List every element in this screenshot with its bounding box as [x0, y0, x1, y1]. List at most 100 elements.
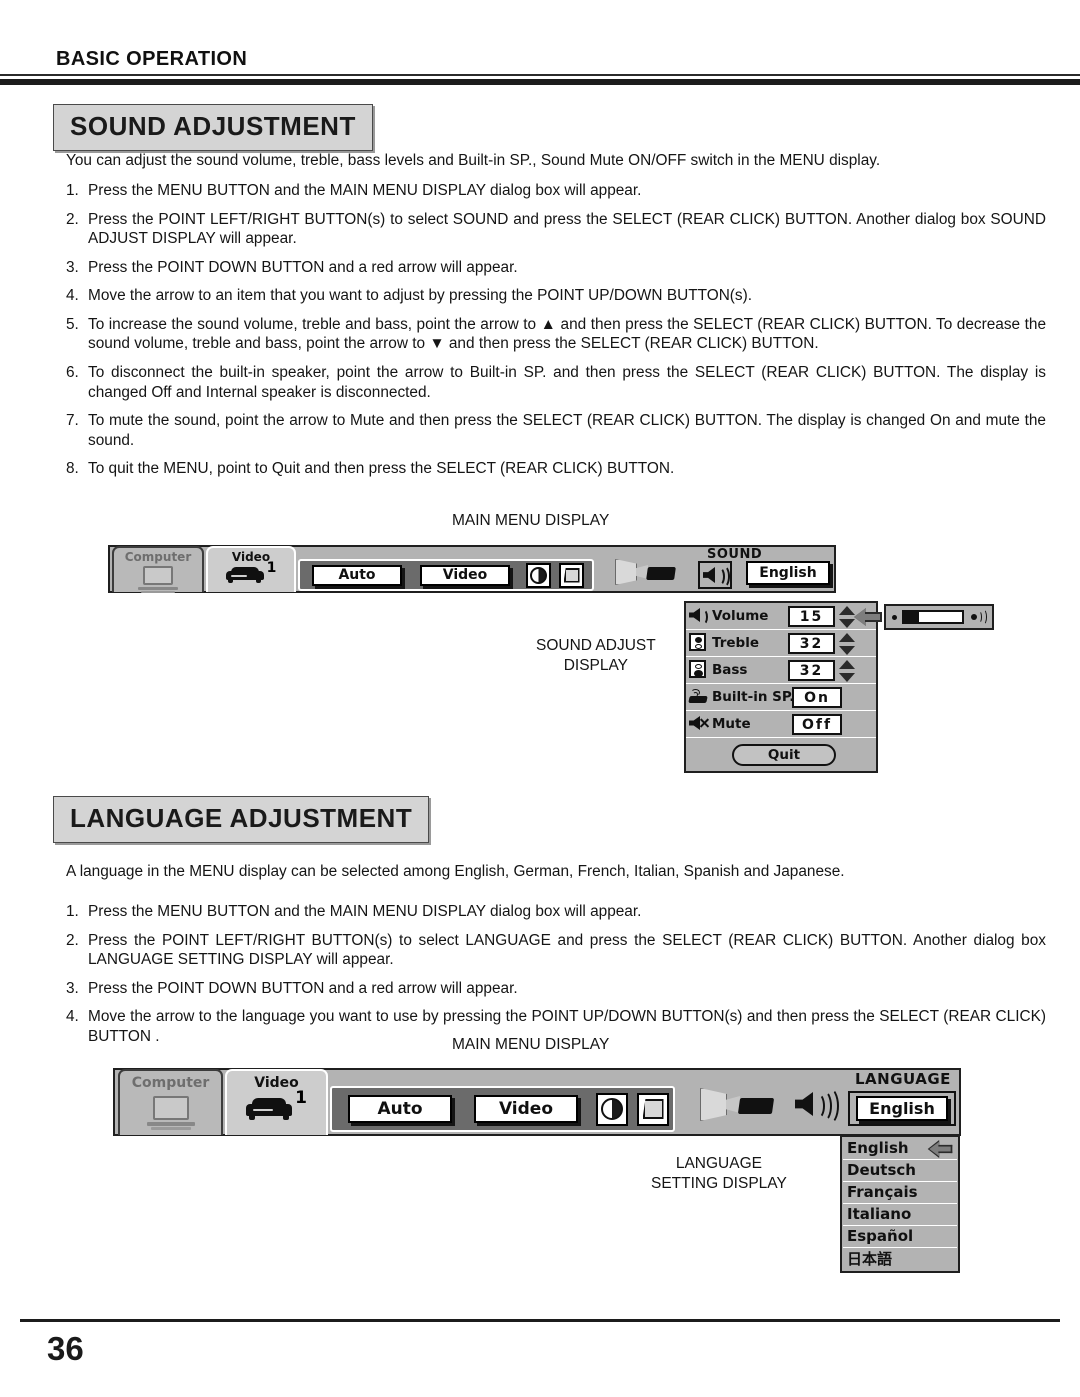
language-group-label: LANGUAGE: [855, 1070, 951, 1088]
language-option-label: Español: [847, 1227, 914, 1245]
step-number: 5.: [66, 315, 79, 333]
page-header-title: BASIC OPERATION: [56, 48, 248, 70]
image-adjust-button[interactable]: [526, 562, 551, 588]
sound-button[interactable]: [698, 561, 732, 589]
tab-video[interactable]: Video 1: [206, 546, 296, 592]
volume-gauge-fill: [904, 612, 920, 622]
keystone-button[interactable]: [637, 1092, 669, 1126]
sound-row-volume[interactable]: Volume 15: [686, 603, 876, 630]
projector-setting-icon[interactable]: [700, 1088, 778, 1121]
language-option-label: 日本語: [847, 1249, 893, 1268]
header-divider-thin: [0, 74, 1080, 76]
volume-min-dot-icon: [892, 614, 897, 620]
sound-group-label: SOUND: [707, 547, 763, 562]
step-text: Press the MENU BUTTON and the MAIN MENU …: [88, 903, 642, 920]
list-item: 7. To mute the sound, point the arrow to…: [66, 411, 1046, 450]
video-source-row: 1: [246, 1090, 307, 1120]
sound-setting-icon[interactable]: [795, 1087, 839, 1125]
list-item: 8. To quit the MENU, point to Quit and t…: [66, 459, 1046, 479]
sound-row-treble-label: Treble: [712, 635, 759, 651]
selection-arrow-icon: [927, 1139, 953, 1159]
step-text: Press the POINT LEFT/RIGHT BUTTON(s) to …: [88, 210, 1046, 248]
step-number: 4.: [66, 287, 79, 305]
language-option-label: Deutsch: [847, 1161, 916, 1179]
language-intro-text: A language in the MENU display can be se…: [66, 863, 845, 880]
keystone-icon: [563, 567, 580, 583]
video-adjust-group: Auto Video: [298, 559, 594, 591]
header-divider-thick: [0, 79, 1080, 85]
stepper-down-icon[interactable]: [839, 673, 855, 682]
mute-speaker-icon: [689, 714, 710, 734]
language-option-english[interactable]: English: [843, 1138, 957, 1160]
list-item: 1. Press the MENU BUTTON and the MAIN ME…: [66, 902, 1046, 922]
sound-row-mute-value[interactable]: Off: [792, 714, 842, 735]
video-system-button[interactable]: Video: [420, 564, 510, 586]
volume-gauge: [902, 610, 964, 624]
step-number: 2.: [66, 210, 79, 228]
sound-row-builtin-sp[interactable]: Built-in SP. On: [686, 684, 876, 711]
auto-button[interactable]: Auto: [312, 564, 402, 586]
sound-row-mute[interactable]: Mute Off: [686, 711, 876, 738]
keystone-button[interactable]: [559, 562, 584, 588]
language-value-button[interactable]: English: [856, 1096, 948, 1121]
step-text: Press the MENU BUTTON and the MAIN MENU …: [88, 182, 642, 199]
sound-row-volume-value[interactable]: 15: [788, 606, 835, 627]
language-option-italiano[interactable]: Italiano: [843, 1204, 957, 1226]
sound-intro-text: You can adjust the sound volume, treble,…: [66, 152, 881, 169]
list-item: 3. Press the POINT DOWN BUTTON and a red…: [66, 979, 1046, 999]
sound-row-volume-label: Volume: [712, 608, 769, 624]
stepper-down-icon[interactable]: [839, 646, 855, 655]
video-adjust-group: Auto Video: [330, 1086, 675, 1132]
footer-divider: [20, 1319, 1060, 1322]
sound-adjust-caption-line1: SOUND ADJUST: [536, 637, 656, 654]
tab-video[interactable]: Video 1: [225, 1069, 328, 1135]
language-option-label: English: [847, 1139, 909, 1157]
list-item: 2. Press the POINT LEFT/RIGHT BUTTON(s) …: [66, 210, 1046, 249]
sound-row-bass-value[interactable]: 32: [788, 660, 835, 681]
language-value-button[interactable]: English: [746, 561, 830, 585]
speaker-icon: [703, 565, 730, 587]
sound-adjust-caption-line2: DISPLAY: [563, 657, 629, 675]
video-deck-icon: [225, 567, 264, 583]
sound-row-treble-value[interactable]: 32: [788, 633, 835, 654]
auto-button[interactable]: Auto: [348, 1095, 452, 1123]
tab-computer-label: Computer: [124, 550, 192, 564]
list-item: 4. Move the arrow to an item that you wa…: [66, 286, 1046, 306]
step-text: To disconnect the built-in speaker, poin…: [88, 363, 1046, 401]
builtin-speaker-icon: [688, 687, 709, 707]
bass-speaker-icon: [689, 660, 709, 680]
list-item: 2. Press the POINT LEFT/RIGHT BUTTON(s) …: [66, 931, 1046, 970]
image-adjust-button[interactable]: [596, 1092, 628, 1126]
language-option-deutsch[interactable]: Deutsch: [843, 1160, 957, 1182]
step-text: To mute the sound, point the arrow to Mu…: [88, 412, 1046, 449]
sound-row-bass[interactable]: Bass 32: [686, 657, 876, 684]
sound-row-builtin-sp-value[interactable]: On: [792, 687, 842, 708]
tab-video-label: Video: [231, 550, 271, 564]
quit-button[interactable]: Quit: [732, 744, 836, 766]
projector-setting-icon[interactable]: [615, 559, 679, 585]
stepper-up-icon[interactable]: [839, 633, 855, 642]
step-number: 1.: [66, 182, 79, 199]
volume-level-popup: [884, 604, 994, 630]
contrast-icon: [530, 566, 547, 584]
step-text: Move the arrow to an item that you want …: [88, 287, 753, 305]
step-text: To increase the sound volume, treble and…: [88, 315, 1046, 353]
language-setting-caption-line1: LANGUAGE: [675, 1155, 762, 1172]
treble-stepper[interactable]: [839, 633, 855, 655]
step-number: 2.: [66, 931, 79, 949]
sound-row-treble[interactable]: Treble 32: [686, 630, 876, 657]
sound-steps-list: 1. Press the MENU BUTTON and the MAIN ME…: [66, 181, 1046, 488]
language-option-francais[interactable]: Français: [843, 1182, 957, 1204]
stepper-up-icon[interactable]: [839, 660, 855, 669]
language-steps-list: 1. Press the MENU BUTTON and the MAIN ME…: [66, 902, 1046, 1055]
tab-computer[interactable]: Computer: [118, 1069, 223, 1135]
tab-computer[interactable]: Computer: [112, 546, 204, 593]
main-menu-display-caption: MAIN MENU DISPLAY: [452, 512, 610, 529]
video-system-button[interactable]: Video: [474, 1095, 578, 1123]
language-option-japanese[interactable]: 日本語: [843, 1248, 957, 1270]
sound-row-mute-label: Mute: [712, 716, 751, 732]
step-number: 1.: [66, 903, 79, 920]
language-option-espanol[interactable]: Español: [843, 1226, 957, 1248]
bass-stepper[interactable]: [839, 660, 855, 682]
sound-row-builtin-sp-label: Built-in SP.: [712, 689, 795, 705]
